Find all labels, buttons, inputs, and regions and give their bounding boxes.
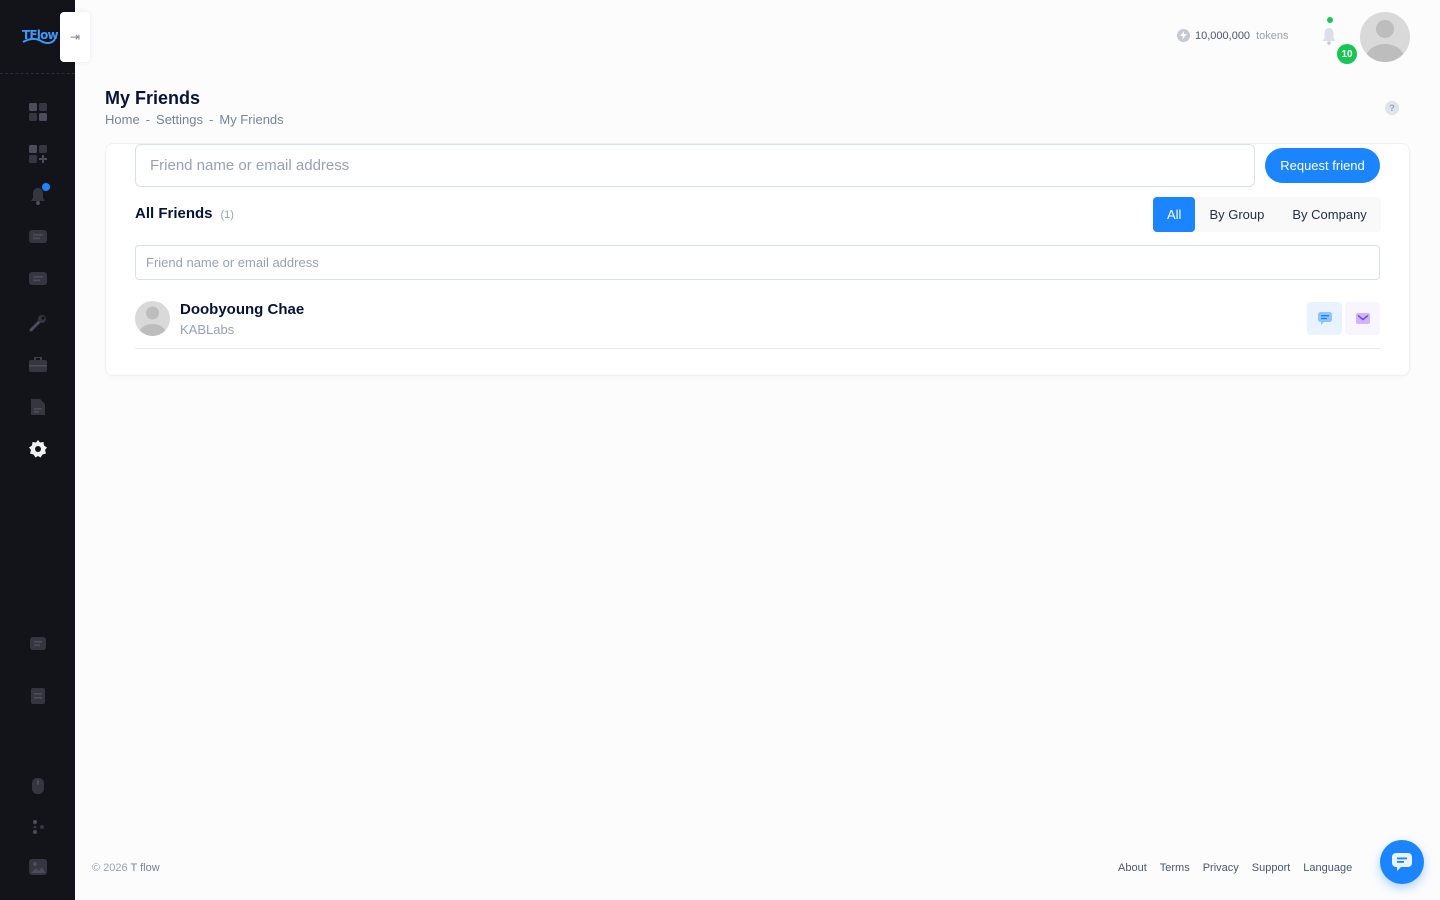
user-avatar[interactable] — [1360, 12, 1410, 62]
footer-link-privacy[interactable]: Privacy — [1203, 862, 1239, 874]
friend-avatar — [135, 301, 170, 336]
chat-icon — [1317, 312, 1332, 325]
dashboard-icon[interactable] — [28, 102, 48, 122]
page-title: My Friends — [105, 88, 201, 108]
friend-search-input[interactable] — [135, 245, 1380, 280]
envelope-icon — [1355, 313, 1370, 324]
token-balance: 10,000,000 tokens — [1177, 29, 1288, 42]
all-friends-heading: All Friends (1) — [135, 205, 234, 222]
mail-friend-button[interactable] — [1345, 302, 1380, 335]
friend-company: KABLabs — [180, 322, 235, 337]
chat-support-button[interactable] — [1380, 840, 1424, 884]
tab-all[interactable]: All — [1153, 197, 1196, 232]
sidebar-toggle-button[interactable]: ⇥ — [60, 12, 90, 62]
avatar-silhouette-icon — [139, 306, 166, 336]
dots-icon[interactable] — [28, 817, 48, 837]
chat-bubble-icon — [1392, 853, 1412, 871]
token-value: 10,000,000 — [1195, 29, 1251, 42]
footer-link-terms[interactable]: Terms — [1160, 862, 1190, 874]
breadcrumb-home[interactable]: Home — [105, 112, 140, 127]
footer-link-language[interactable]: Language — [1303, 862, 1352, 874]
arrow-right-icon: ⇥ — [69, 30, 81, 44]
breadcrumb-separator: - — [145, 112, 151, 127]
image-icon[interactable] — [28, 857, 48, 877]
notification-count-badge: 10 — [1337, 44, 1357, 64]
copyright-year: © 2026 — [92, 862, 128, 874]
friend-list-item: Doobyoung Chae KABLabs — [135, 294, 1380, 349]
breadcrumb-settings[interactable]: Settings — [156, 112, 203, 127]
notification-bell-icon[interactable] — [28, 183, 50, 206]
tab-by-group[interactable]: By Group — [1195, 197, 1278, 232]
breadcrumb-separator: - — [209, 112, 214, 127]
tab-by-company[interactable]: By Company — [1278, 197, 1380, 232]
breadcrumb-current: My Friends — [219, 112, 284, 127]
footer-links: About Terms Privacy Support Language — [1118, 862, 1352, 874]
all-friends-title: All Friends — [135, 205, 213, 222]
document-icon[interactable] — [28, 397, 48, 417]
footer-brand[interactable]: T flow — [131, 862, 160, 874]
friends-card: Request friend All Friends (1) All By Gr… — [105, 143, 1410, 376]
footer-copyright: © 2026 T flow — [92, 862, 160, 874]
mouse-icon[interactable] — [28, 776, 48, 796]
request-friend-button[interactable]: Request friend — [1265, 148, 1380, 183]
avatar-silhouette-icon — [1366, 20, 1404, 62]
notes-icon[interactable] — [28, 686, 48, 706]
wrench-icon[interactable] — [28, 313, 48, 333]
chat-friend-button[interactable] — [1307, 302, 1342, 335]
lightning-icon — [1177, 29, 1190, 42]
tflow-logo[interactable]: TFlow — [22, 26, 59, 50]
logo-wave-icon — [22, 37, 56, 45]
breadcrumb: Home - Settings - My Friends — [105, 112, 284, 127]
friends-count: (1) — [220, 209, 234, 221]
request-friend-input[interactable] — [135, 144, 1255, 187]
friend-name[interactable]: Doobyoung Chae — [180, 301, 304, 318]
footer-link-about[interactable]: About — [1118, 862, 1147, 874]
friend-filter-tabs: All By Group By Company — [1153, 197, 1381, 232]
chat-icon[interactable] — [28, 228, 48, 248]
footer-link-support[interactable]: Support — [1252, 862, 1291, 874]
briefcase-icon[interactable] — [28, 355, 48, 375]
online-status-dot — [1327, 17, 1333, 23]
messages-icon[interactable] — [28, 270, 48, 290]
help-icon[interactable]: ? — [1385, 101, 1399, 115]
add-widget-icon[interactable] — [28, 144, 48, 164]
settings-gear-icon[interactable] — [28, 439, 48, 459]
notification-dot — [42, 183, 50, 191]
bell-icon[interactable] — [1321, 27, 1337, 45]
token-unit: tokens — [1256, 29, 1289, 42]
sidebar: TFlow — [0, 0, 75, 900]
chat-bottom-icon[interactable] — [28, 635, 48, 655]
